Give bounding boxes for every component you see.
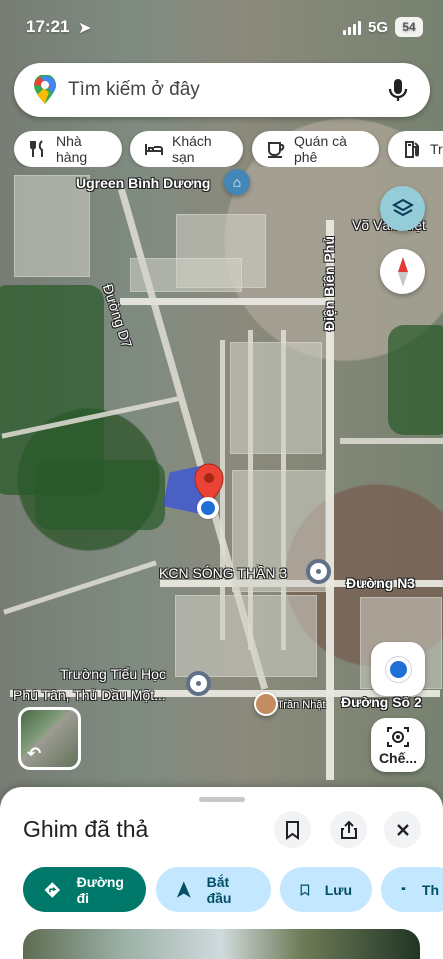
chip-label: Trạ [430,141,443,157]
save-label: Lưu [324,881,352,898]
save-button[interactable]: Lưu [280,867,372,912]
bookmark-icon [300,884,310,896]
user-photo-marker-icon[interactable] [254,692,278,716]
map-label-dien-bien-phu: Điện Biên Phủ [321,236,337,331]
bed-icon [145,144,163,155]
map-label-tran-nhat[interactable]: Trần Nhật [277,699,326,711]
search-input[interactable]: Tìm kiếm ở đây [68,79,200,101]
status-time: 17:21 [26,17,70,36]
layers-icon [391,198,414,216]
compass-button[interactable] [380,249,425,294]
map-label-duong-n3: Đường N3 [346,575,416,591]
sheet-handle[interactable] [199,797,245,802]
vegetation-area [35,460,165,530]
sheet-actions: Đường đi Bắt đầu Lưu Th [23,867,443,912]
start-label: Bắt đầu [206,873,232,906]
flag-label: Th [421,881,439,898]
microphone-icon[interactable] [384,76,412,104]
chip-restaurants[interactable]: Nhà hàng [14,131,122,167]
chip-gas-stations[interactable]: Trạ [388,131,443,167]
map-label-kcn[interactable]: KCN SÓNG THẦN 3 [159,565,287,581]
road [340,438,443,444]
building-block [230,342,322,454]
camera-scan-icon [387,727,409,747]
close-button[interactable] [384,811,421,848]
place-photo[interactable] [23,929,420,959]
building-block [130,258,242,292]
maps-logo-icon [34,75,56,104]
chip-label: Quán cà phê [294,133,347,165]
chip-hotels[interactable]: Khách sạn [130,131,243,167]
view-mode-label: Chế... [378,750,418,766]
flag-icon [401,886,406,893]
chip-cafes[interactable]: Quán cà phê [252,131,379,167]
status-bar: 17:21 ➤ 5G 54 [0,0,443,56]
vegetation-area [388,325,443,435]
location-target-icon [385,656,411,682]
map-label-school-line1[interactable]: Trường Tiểu Học [60,666,166,682]
flag-button[interactable]: Th [381,867,443,912]
industrial-zone-marker-icon[interactable] [306,559,331,584]
shopping-bag-marker-icon[interactable]: ⌂ [224,169,250,195]
save-pin-button[interactable] [274,811,311,848]
bookmark-icon [286,820,299,840]
start-navigation-button[interactable]: Bắt đầu [156,867,271,912]
close-icon [396,823,409,836]
school-marker-icon[interactable] [186,671,211,696]
dropped-pin-sheet: Ghim đã thả Đường đi Bắt đầu Lưu Th [0,787,443,959]
directions-button[interactable]: Đường đi [23,867,146,912]
share-icon [340,820,357,839]
directions-label: Đường đi [76,873,124,906]
share-button[interactable] [330,811,367,848]
category-chips: Nhà hàng Khách sạn Quán cà phê Trạ [14,131,443,167]
chip-label: Nhà hàng [56,133,88,165]
network-type: 5G [368,19,389,36]
road [3,560,157,615]
directions-icon [44,881,61,898]
chip-label: Khách sạn [172,133,212,165]
sheet-title: Ghim đã thả [23,816,149,842]
current-location-dot [197,497,219,519]
fuel-icon [405,141,419,158]
map-label-ugreen[interactable]: Ugreen Bình Dương [76,175,210,191]
layers-button[interactable] [380,186,425,231]
compass-icon [397,256,408,287]
map-label-school-line2[interactable]: Phú Tân, Thủ Dầu Một... [13,687,166,703]
navigation-arrow-icon [176,880,191,898]
street-view-preview[interactable]: ↶ [18,707,81,770]
building-block [175,595,317,677]
coffee-icon [268,142,285,158]
search-bar[interactable]: Tìm kiếm ở đây [14,63,430,117]
view-mode-button[interactable]: Chế... [371,718,425,772]
map-label-duong-so-2: Đường Số 2 [341,694,422,710]
battery-indicator: 54 [395,17,423,37]
fork-knife-icon [30,140,43,157]
location-arrow-icon: ➤ [78,20,92,37]
signal-icon [343,21,361,35]
my-location-button[interactable] [371,642,425,696]
street-view-icon: ↶ [27,744,42,763]
